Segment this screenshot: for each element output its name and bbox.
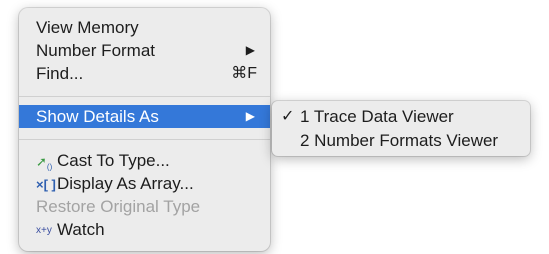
menu-item-label: Show Details As	[36, 107, 159, 126]
submenu-arrow-icon: ▶	[245, 43, 255, 57]
menu-item-label: Cast To Type...	[57, 151, 170, 170]
menu-separator	[19, 96, 270, 97]
menu-item-label: Display As Array...	[57, 174, 194, 193]
submenu-item-label: 2 Number Formats Viewer	[300, 131, 499, 150]
menu-item-restore-original-type[interactable]: Restore Original Type	[19, 195, 270, 218]
submenu-item-label: 1 Trace Data Viewer	[300, 107, 454, 126]
context-menu: View Memory Number Format ▶ Find... ⌘F S…	[19, 8, 270, 251]
menu-item-show-details-as[interactable]: Show Details As ▶	[19, 105, 270, 128]
checkmark-icon: ✓	[281, 108, 295, 125]
menu-item-label: Restore Original Type	[36, 197, 201, 216]
menu-item-find[interactable]: Find... ⌘F	[19, 62, 270, 85]
menu-item-label: Find...	[36, 64, 84, 83]
menu-item-number-format[interactable]: Number Format ▶	[19, 39, 270, 62]
menu-item-display-as-array[interactable]: ×[ ]Display As Array...	[19, 172, 270, 195]
submenu-arrow-icon: ▶	[245, 109, 255, 123]
menu-item-view-memory[interactable]: View Memory	[19, 16, 270, 39]
menu-item-cast-to-type[interactable]: ➚() Cast To Type...	[19, 149, 270, 172]
menu-item-label: View Memory	[36, 18, 139, 37]
array-icon: ×[ ]	[36, 177, 56, 192]
menu-separator	[19, 139, 270, 140]
menu-item-watch[interactable]: x+y Watch	[19, 218, 270, 241]
menu-item-label: Watch	[57, 220, 105, 239]
menu-item-label: Number Format	[36, 41, 156, 60]
shortcut-label: ⌘F	[231, 65, 257, 82]
watch-icon: x+y	[36, 225, 52, 236]
submenu-item-number-formats-viewer[interactable]: 2 Number Formats Viewer	[272, 129, 530, 152]
submenu-item-trace-data-viewer[interactable]: ✓ 1 Trace Data Viewer	[272, 105, 530, 128]
show-details-submenu: ✓ 1 Trace Data Viewer 2 Number Formats V…	[272, 101, 530, 156]
